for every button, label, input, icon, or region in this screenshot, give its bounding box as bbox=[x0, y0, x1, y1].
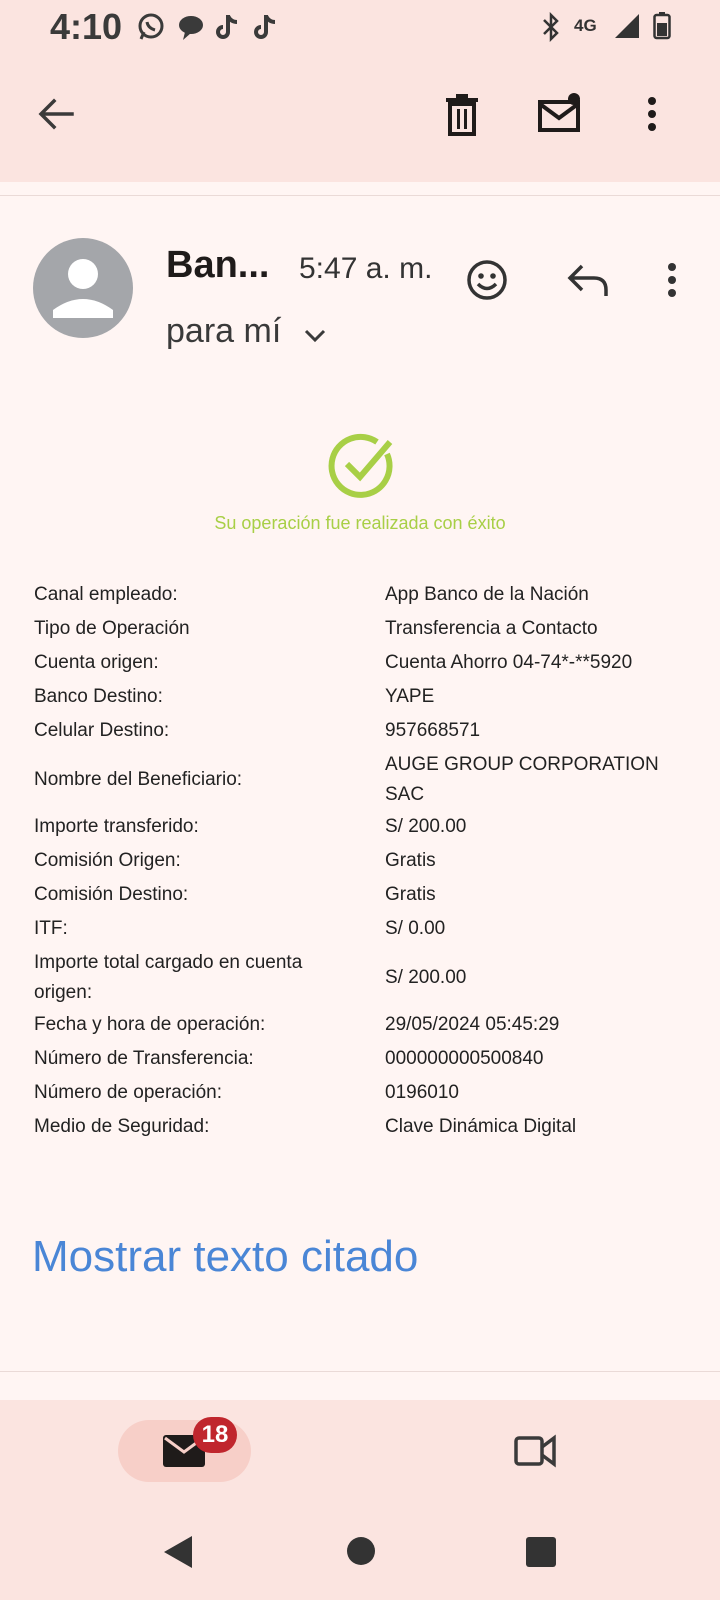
nav-home-icon[interactable] bbox=[346, 1536, 376, 1566]
detail-label: Comisión Destino: bbox=[34, 884, 189, 905]
sender-name[interactable]: Ban... bbox=[166, 244, 269, 287]
detail-label: Celular Destino: bbox=[34, 720, 170, 741]
detail-label: Canal empleado: bbox=[34, 584, 178, 605]
bluetooth-icon bbox=[540, 11, 562, 47]
status-time: 4:10 bbox=[50, 6, 123, 47]
chevron-down-icon bbox=[303, 314, 327, 353]
detail-label: Comisión Origen: bbox=[34, 850, 181, 871]
detail-value: YAPE bbox=[385, 686, 435, 707]
detail-label: Cuenta origen: bbox=[34, 652, 159, 673]
back-arrow-icon[interactable] bbox=[36, 94, 76, 134]
detail-value: S/ 200.00 bbox=[385, 967, 467, 988]
detail-label: Tipo de Operación bbox=[34, 618, 190, 639]
detail-label: Número de operación: bbox=[34, 1082, 222, 1103]
detail-value: Gratis bbox=[385, 850, 436, 871]
more-vert-icon[interactable] bbox=[644, 96, 660, 134]
detail-value[interactable]: 957668571 bbox=[385, 716, 695, 746]
detail-value: S/ 0.00 bbox=[385, 918, 446, 939]
detail-label: Banco Destino: bbox=[34, 686, 163, 707]
detail-value: 000000000500840 bbox=[385, 1048, 544, 1069]
chat-bubble-icon bbox=[176, 12, 206, 42]
tiktok-icon bbox=[212, 12, 242, 42]
show-quoted-text-link[interactable]: Mostrar texto citado bbox=[32, 1232, 418, 1282]
battery-icon bbox=[653, 12, 671, 45]
message-more-vert-icon[interactable] bbox=[664, 262, 680, 300]
success-message: Su operación fue realizada con éxito bbox=[214, 513, 506, 533]
whatsapp-icon bbox=[136, 12, 166, 42]
detail-label: Importe transferido: bbox=[34, 816, 199, 837]
detail-label: ITF: bbox=[34, 918, 68, 939]
detail-value: S/ 200.00 bbox=[385, 816, 467, 837]
detail-value: AUGE GROUP CORPORATION SAC bbox=[385, 754, 659, 805]
signal-icon bbox=[613, 12, 641, 45]
trash-icon[interactable] bbox=[444, 94, 480, 136]
divider bbox=[0, 1371, 720, 1372]
detail-value: 0196010 bbox=[385, 1082, 459, 1103]
recipient-label: para mí bbox=[166, 312, 282, 350]
detail-value: Clave Dinámica Digital bbox=[385, 1116, 577, 1137]
detail-value: Cuenta Ahorro 04-74*-**5920 bbox=[385, 652, 633, 673]
nav-back-icon[interactable] bbox=[162, 1534, 194, 1570]
network-type: 4G bbox=[574, 16, 597, 35]
divider bbox=[0, 195, 720, 196]
detail-label: Nombre del Beneficiario: bbox=[34, 769, 243, 790]
emoji-reaction-icon[interactable] bbox=[465, 258, 509, 302]
detail-label: Fecha y hora de operación: bbox=[34, 1014, 266, 1035]
detail-label: Número de Transferencia: bbox=[34, 1048, 254, 1069]
nav-recents-icon[interactable] bbox=[525, 1536, 557, 1568]
email-time: 5:47 a. m. bbox=[299, 252, 433, 285]
detail-label: Importe total cargado en cuenta origen: bbox=[34, 952, 303, 1003]
unread-count-badge: 18 bbox=[193, 1417, 237, 1453]
tiktok-icon bbox=[250, 12, 280, 42]
mark-unread-icon[interactable] bbox=[537, 92, 585, 134]
bottom-nav-background bbox=[0, 1400, 720, 1600]
detail-value: Gratis bbox=[385, 884, 436, 905]
success-check-icon bbox=[327, 430, 397, 500]
detail-value: Transferencia a Contacto bbox=[385, 618, 598, 639]
detail-label: Medio de Seguridad: bbox=[34, 1116, 210, 1137]
detail-value: App Banco de la Nación bbox=[385, 584, 589, 605]
recipient-toggle[interactable]: para mí bbox=[166, 312, 327, 353]
detail-value[interactable]: 29/05/2024 05:45:29 bbox=[385, 1010, 695, 1040]
person-icon bbox=[53, 259, 113, 318]
reply-icon[interactable] bbox=[566, 262, 610, 298]
video-camera-icon[interactable] bbox=[513, 1433, 557, 1469]
avatar[interactable] bbox=[33, 238, 133, 338]
